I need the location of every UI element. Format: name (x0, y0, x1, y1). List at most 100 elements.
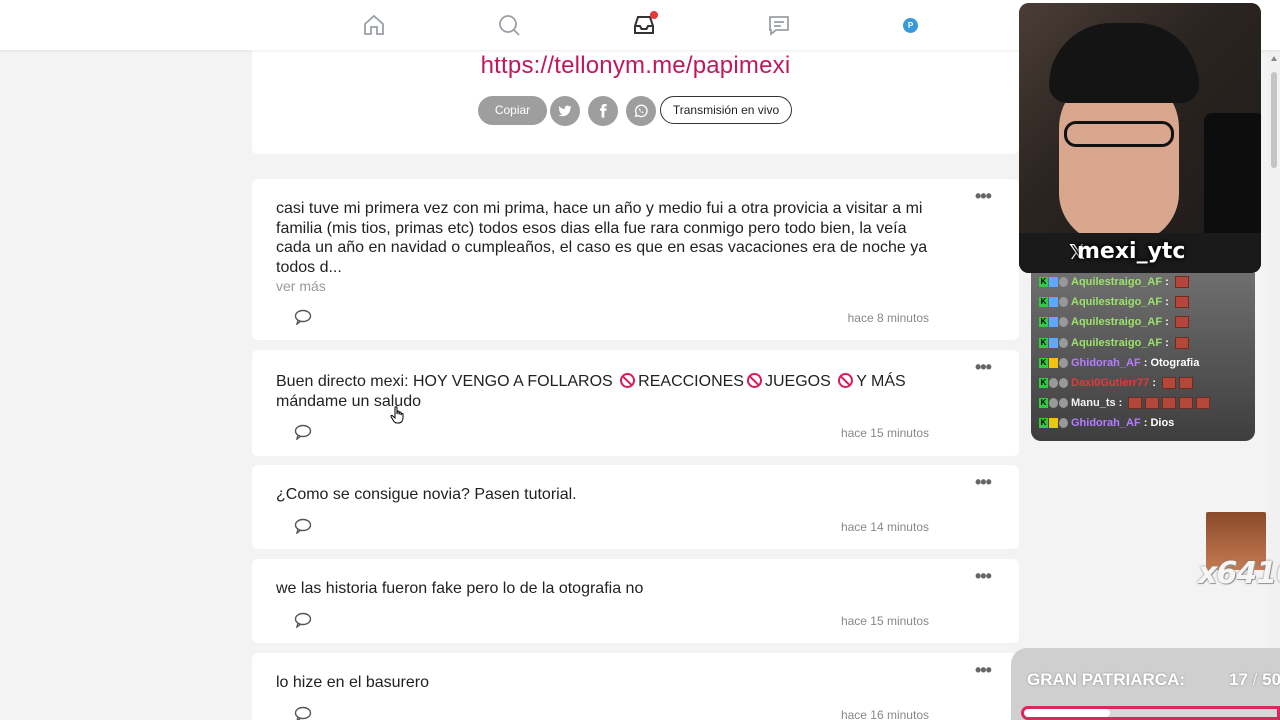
chat-badge-icon (1059, 418, 1068, 429)
notification-dot (650, 11, 658, 19)
post-text: we las historia fueron fake pero lo de l… (276, 580, 644, 597)
twitter-icon[interactable] (550, 96, 580, 126)
comment-icon[interactable] (294, 706, 312, 720)
chat-username: Daxi0Gutierr77 (1071, 377, 1150, 389)
more-options-icon[interactable]: ••• (975, 473, 995, 491)
avatar[interactable]: P (903, 18, 918, 33)
chat-username: Aquilestraigo_AF (1071, 316, 1163, 329)
scroll-up-icon[interactable] (1271, 56, 1277, 61)
comment-icon[interactable] (294, 309, 312, 325)
kick-badge-icon: K (1039, 418, 1048, 429)
chat-emote-icon (1174, 336, 1189, 349)
messages-icon[interactable] (767, 13, 791, 37)
more-options-icon[interactable]: ••• (975, 567, 995, 585)
chat-badge-icon (1059, 378, 1068, 389)
chat-separator: : (1115, 397, 1126, 410)
goal-slash: / (1252, 670, 1258, 689)
facebook-icon[interactable] (588, 96, 618, 126)
more-options-icon[interactable]: ••• (975, 661, 995, 679)
chat-message: K Manu_ts : (1039, 394, 1211, 412)
chat-separator: : (1162, 316, 1172, 329)
streamer-glasses (1064, 121, 1174, 147)
chat-separator: : (1140, 356, 1151, 369)
kick-badge-icon: K (1039, 337, 1048, 348)
more-options-icon[interactable]: ••• (975, 358, 995, 376)
read-more-link[interactable]: ver más (276, 278, 326, 294)
chat-badge-icon (1059, 317, 1068, 328)
webcam-overlay: 𝕏 mexi_ytc (1019, 3, 1261, 273)
streamer-handle: mexi_ytc (1077, 239, 1186, 264)
goal-total: 50 (1262, 670, 1280, 689)
chat-badge-icon (1049, 418, 1058, 429)
post-text: lo hize en el basurero (276, 674, 429, 691)
goal-current: 17 (1229, 670, 1248, 689)
chat-badge-icon (1059, 277, 1068, 288)
profile-url[interactable]: https://tellonym.me/papimexi (252, 52, 1019, 80)
post-timestamp: hace 14 minutos (840, 520, 929, 534)
post-text-part: REACCIONES (638, 373, 744, 390)
chat-badge-icon (1049, 317, 1058, 328)
chat-separator: : (1149, 377, 1160, 389)
chat-badge-icon (1049, 337, 1058, 348)
post-card: ¿Como se consigue novia? Pasen tutorial.… (252, 465, 1019, 549)
comment-icon[interactable] (294, 612, 312, 628)
post-card: Buen directo mexi: HOY VENGO A FOLLAROS … (252, 350, 1019, 456)
stream-chat: K Aquilestraigo_AF : K Aquilestraigo_AF : … (1031, 273, 1255, 441)
chat-username: Aquilestraigo_AF (1071, 296, 1163, 309)
chat-message: K Ghidorah_AF : Otografia (1039, 354, 1199, 372)
prohibited-icon (620, 373, 636, 388)
kick-badge-icon: K (1039, 357, 1048, 368)
more-options-icon[interactable]: ••• (975, 187, 995, 205)
chat-emote-icon (1174, 276, 1189, 289)
post-card: we las historia fueron fake pero lo de l… (252, 559, 1019, 643)
scrollbar-thumb[interactable] (1271, 72, 1277, 168)
chat-username: Ghidorah_AF (1071, 356, 1141, 369)
chat-username: Manu_ts (1071, 397, 1116, 410)
chat-text: Otografia (1150, 356, 1200, 369)
chat-message: K Daxi0Gutierr77 : (1039, 374, 1194, 392)
post-text: Buen directo mexi: HOY VENGO A FOLLAROS … (276, 372, 936, 411)
kick-badge-icon: K (1039, 317, 1048, 328)
kick-badge-icon: K (1039, 378, 1048, 389)
post-text: casi tuve mi primera vez con mi prima, h… (276, 200, 928, 276)
comment-icon[interactable] (294, 424, 312, 440)
chat-separator: : (1162, 296, 1172, 309)
chat-message: K Aquilestraigo_AF : (1039, 273, 1189, 291)
chat-emote-icon (1162, 397, 1177, 410)
chat-emote-icon (1145, 397, 1160, 410)
chat-badge-icon (1049, 398, 1058, 409)
chat-username: Aquilestraigo_AF (1071, 336, 1163, 349)
scrollbar[interactable] (1268, 50, 1280, 720)
chat-badge-icon (1059, 398, 1068, 409)
chat-message: K Ghidorah_AF : Dios (1039, 414, 1174, 432)
chat-badge-icon (1049, 357, 1058, 368)
whatsapp-icon[interactable] (626, 96, 656, 126)
comment-icon[interactable] (294, 518, 312, 534)
chat-badge-icon (1059, 297, 1068, 308)
share-card: https://tellonym.me/papimexi Copiar Tran… (252, 50, 1019, 154)
chat-username: Aquilestraigo_AF (1071, 276, 1163, 288)
post-text-part: Buen directo mexi: HOY VENGO A FOLLAROS (276, 373, 618, 390)
chat-badge-icon (1059, 357, 1068, 368)
search-icon[interactable] (497, 13, 521, 37)
post-timestamp: hace 8 minutos (847, 311, 929, 325)
post-timestamp: hace 15 minutos (840, 614, 929, 628)
chat-emote-icon (1174, 316, 1189, 329)
copy-button[interactable]: Copiar (478, 96, 547, 125)
chat-separator: : (1140, 417, 1151, 430)
post-timestamp: hace 16 minutos (840, 708, 929, 720)
live-stream-button[interactable]: Transmisión en vivo (660, 96, 792, 124)
chat-separator: : (1162, 336, 1172, 349)
chat-emote-icon (1128, 397, 1143, 410)
chat-emote-icon (1179, 397, 1194, 410)
post-text: ¿Como se consigue novia? Pasen tutorial. (276, 486, 577, 503)
chat-separator: : (1162, 276, 1172, 288)
goal-label: GRAN PATRIARCA: (1027, 670, 1186, 689)
chat-emote-icon (1196, 397, 1211, 410)
home-icon[interactable] (362, 13, 386, 37)
chat-text: Dios (1150, 417, 1175, 430)
chat-badge-icon (1059, 337, 1068, 348)
goal-progress-fill (1024, 709, 1111, 717)
chat-emote-icon (1179, 377, 1194, 390)
post-timestamp: hace 15 minutos (840, 426, 929, 440)
